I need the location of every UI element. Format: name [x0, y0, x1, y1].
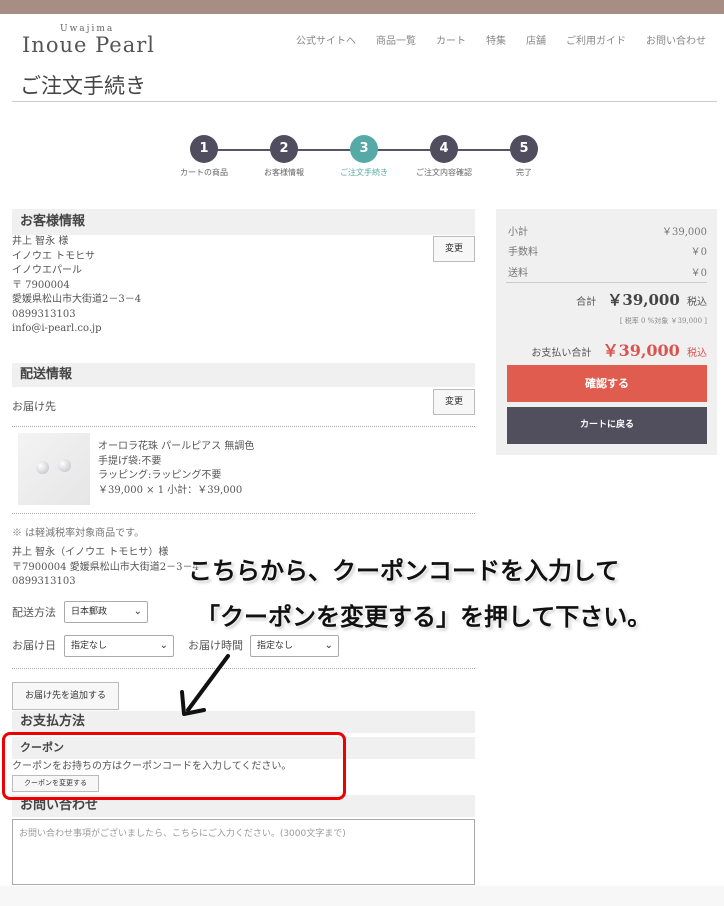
delivery-time-select[interactable]: 指定なし ⌄ [250, 635, 339, 657]
customer-email: info@i-pearl.co.jp [12, 323, 102, 334]
total-value: ￥39,000 [607, 291, 680, 309]
pearl-left [36, 461, 49, 474]
confirm-button[interactable]: 確認する [507, 365, 707, 402]
recipient-phone: 0899313103 [12, 576, 76, 587]
payment-total-row: お支払い合計 ￥39,000 税込 [531, 337, 707, 361]
shipping-method-label: 配送方法 [12, 606, 56, 619]
delivery-date-label: お届け日 [12, 639, 56, 652]
chevron-down-icon: ⌄ [159, 640, 168, 651]
footer-strip [0, 886, 724, 906]
step-number: 3 [350, 135, 378, 163]
customer-zip: 〒 7900004 [12, 279, 70, 291]
nav-guide[interactable]: ご利用ガイド [566, 32, 626, 47]
tax-breakdown: [ 税率 0 %対象 ￥39,000 ] [619, 317, 707, 325]
step-label: カートの商品 [180, 168, 228, 177]
shipping-value: ￥0 [690, 268, 707, 279]
shipping-method-select[interactable]: 日本郵政 ⌄ [64, 601, 148, 623]
nav-features[interactable]: 特集 [486, 32, 506, 47]
step-number: 1 [190, 135, 218, 163]
step-label: お客様情報 [264, 168, 304, 177]
product-name[interactable]: オーロラ花珠 パールピアス 無調色 [98, 440, 254, 455]
shipping-method-value: 日本郵政 [71, 607, 108, 617]
payment-section-heading: お支払方法 [12, 711, 475, 733]
divider [12, 513, 475, 514]
top-color-bar [0, 0, 724, 14]
step-number: 2 [270, 135, 298, 163]
product-image [18, 433, 90, 505]
nav-official-site[interactable]: 公式サイトへ [296, 32, 356, 47]
customer-info: 井上 智永 様 イノウエ トモヒサ イノウエパール 〒 7900004 愛媛県松… [12, 235, 141, 337]
shipping-label: 送料 [508, 268, 528, 279]
payment-total-value: ￥39,000 [602, 341, 680, 360]
annotation-line-2: 「クーポンを変更する」を押して下さい。 [196, 603, 652, 631]
checkout-progress: 1 カートの商品 2 お客様情報 3 ご注文手続き 4 ご注文内容確認 5 完了 [170, 135, 550, 185]
step-4: 4 ご注文内容確認 [404, 135, 484, 178]
step-number: 4 [430, 135, 458, 163]
tax-note: ※ は軽減税率対象商品です。 [12, 528, 145, 539]
subtotal-row: 小計 ￥39,000 [508, 223, 707, 238]
divider [12, 426, 475, 427]
main-nav: 公式サイトへ 商品一覧 カート 特集 店舗 ご利用ガイド お問い合わせ [296, 32, 706, 47]
nav-products[interactable]: 商品一覧 [376, 32, 416, 47]
step-number: 5 [510, 135, 538, 163]
step-label: ご注文内容確認 [416, 168, 472, 177]
step-3: 3 ご注文手続き [324, 135, 404, 178]
step-label: 完了 [516, 168, 532, 177]
step-5: 5 完了 [484, 135, 564, 178]
customer-name: 井上 智永 様 [12, 236, 69, 247]
page-title: ご注文手続き [20, 74, 146, 98]
divider [12, 668, 475, 669]
recipient-name: 井上 智永（イノウエ トモヒサ）様 [12, 547, 169, 558]
total-label: 合計 [576, 297, 597, 308]
fee-row: 手数料 ￥0 [508, 243, 707, 258]
highlight-box [2, 732, 346, 800]
delivery-date-value: 指定なし [71, 641, 108, 651]
annotation-line-1: こちらから、クーポンコードを入力して [188, 557, 620, 585]
destination-label: お届け先 [12, 400, 56, 413]
back-to-cart-button[interactable]: カートに戻る [507, 407, 707, 444]
nav-contact[interactable]: お問い合わせ [646, 32, 706, 47]
recipient-info: 井上 智永（イノウエ トモヒサ）様 〒7900004 愛媛県松山市大街道2－3－… [12, 546, 199, 590]
customer-change-button[interactable]: 変更 [433, 236, 475, 262]
delivery-change-button[interactable]: 変更 [433, 389, 475, 415]
fee-value: ￥0 [690, 247, 707, 258]
delivery-date-select[interactable]: 指定なし ⌄ [64, 635, 174, 657]
fee-label: 手数料 [508, 247, 538, 258]
step-2: 2 お客様情報 [244, 135, 324, 178]
order-summary: 小計 ￥39,000 手数料 ￥0 送料 ￥0 合計 ￥39,000 税込 [ … [496, 209, 717, 455]
chevron-down-icon: ⌄ [324, 640, 333, 651]
chevron-down-icon: ⌄ [133, 606, 142, 617]
title-divider [12, 101, 717, 102]
customer-kana: イノウエ トモヒサ [12, 250, 96, 262]
delivery-time-value: 指定なし [257, 641, 294, 651]
customer-section-heading: お客様情報 [12, 209, 475, 235]
subtotal-value: ￥39,000 [662, 227, 707, 238]
site-logo[interactable]: Inoue Pearl [22, 33, 155, 57]
subtotal-label: 小計 [508, 227, 528, 238]
total-row: 合計 ￥39,000 税込 [576, 289, 707, 310]
customer-address: 愛媛県松山市大街道2－3－4 [12, 294, 142, 305]
divider [506, 282, 707, 283]
customer-phone: 0899313103 [12, 308, 76, 320]
payment-tax-in: 税込 [687, 348, 707, 359]
add-destination-button[interactable]: お届け先を追加する [12, 682, 119, 710]
step-label: ご注文手続き [340, 168, 388, 177]
nav-stores[interactable]: 店舗 [526, 32, 546, 47]
step-1: 1 カートの商品 [164, 135, 244, 178]
product-wrapping: ラッピング:ラッピング不要 [98, 470, 222, 481]
recipient-address: 〒7900004 愛媛県松山市大街道2－3－4 [12, 561, 199, 573]
product-bag: 手提げ袋:不要 [98, 455, 162, 467]
shipping-row: 送料 ￥0 [508, 264, 707, 279]
pearl-right [58, 459, 71, 472]
payment-total-label: お支払い合計 [531, 348, 592, 359]
customer-company: イノウエパール [12, 265, 82, 276]
nav-cart[interactable]: カート [436, 32, 466, 47]
inquiry-textarea[interactable]: お問い合わせ事項がございましたら、こちらにご入力ください。(3000文字まで) [12, 819, 475, 885]
arrow-icon [180, 654, 230, 716]
product-price: ￥39,000 × 1 小計：￥39,000 [98, 484, 243, 496]
product-details: オーロラ花珠 パールピアス 無調色 手提げ袋:不要 ラッピング:ラッピング不要 … [98, 440, 254, 498]
delivery-section-heading: 配送情報 [12, 363, 475, 387]
total-tax-in: 税込 [687, 297, 707, 308]
